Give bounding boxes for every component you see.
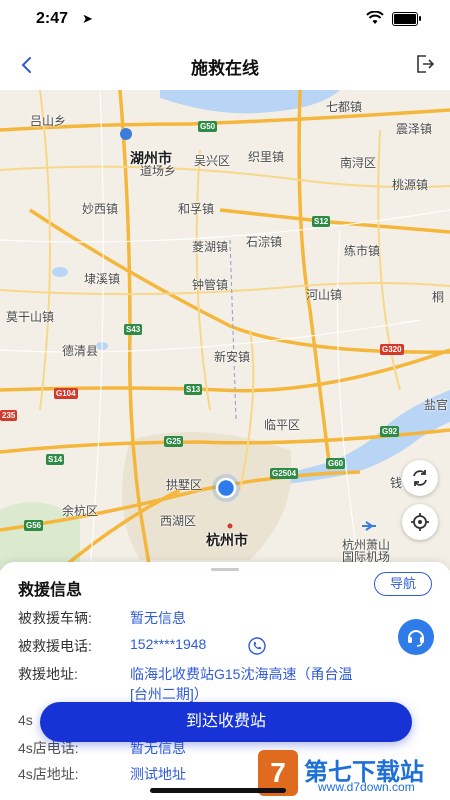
map-road-shield: G60 bbox=[326, 458, 346, 469]
map-road-shield: S14 bbox=[46, 454, 65, 465]
map-place-label: 吕山乡 bbox=[30, 114, 67, 128]
dealer-address-value: 测试地址 bbox=[130, 766, 186, 782]
map-road-shield: S13 bbox=[184, 384, 203, 395]
location-arrow-icon: ➤ bbox=[82, 11, 93, 26]
map-place-label: 练市镇 bbox=[344, 244, 381, 258]
address-label: 救援地址: bbox=[18, 666, 78, 682]
map-place-label: 桃源镇 bbox=[392, 178, 429, 192]
map-place-label: 和孚镇 bbox=[178, 202, 215, 216]
map-place-label: 拱墅区 bbox=[166, 478, 203, 492]
battery-icon bbox=[392, 12, 421, 26]
map-place-label: 钱 bbox=[390, 476, 403, 490]
map-place-label: 临平区 bbox=[264, 418, 301, 432]
customer-service-button[interactable] bbox=[398, 619, 434, 655]
watermark-url: www.d7down.com bbox=[318, 780, 415, 794]
logout-icon[interactable] bbox=[414, 53, 436, 75]
map-place-label: 吴兴区 bbox=[194, 154, 231, 168]
address-value-line1: 临海北收费站G15沈海高速（甬台温 bbox=[130, 666, 353, 682]
map-road-shield: S12 bbox=[312, 216, 331, 227]
rescue-info-heading: 救援信息 bbox=[18, 582, 83, 599]
phone-value[interactable]: 152****1948 bbox=[130, 636, 206, 652]
page-title: 施救在线 bbox=[191, 59, 259, 78]
lake-shape bbox=[160, 90, 340, 114]
map-place-label: 河山镇 bbox=[306, 288, 343, 302]
home-indicator bbox=[150, 788, 286, 793]
map-place-label: 新安镇 bbox=[214, 350, 251, 364]
map-place-label: 德清县 bbox=[62, 344, 99, 358]
address-value-line2: [台州二期]） bbox=[130, 686, 208, 702]
map-place-label: 妙西镇 bbox=[82, 202, 119, 216]
sheet-handle[interactable] bbox=[211, 568, 239, 571]
map-place-label: 莫干山镇 bbox=[6, 310, 55, 324]
locate-button[interactable] bbox=[402, 504, 438, 540]
headset-icon bbox=[408, 630, 424, 647]
vehicle-value: 暂无信息 bbox=[130, 610, 186, 626]
map-place-label: 石淙镇 bbox=[246, 235, 283, 249]
map-road-shield: G50 bbox=[198, 121, 218, 132]
map-place-label: 震泽镇 bbox=[396, 122, 433, 136]
crosshair-icon bbox=[411, 513, 429, 531]
map-city-label: 湖州市 bbox=[130, 150, 172, 166]
dealer-address-label: 4s店地址: bbox=[18, 766, 79, 782]
map-place-label: 南浔区 bbox=[340, 156, 377, 170]
phone-label: 被救援电话: bbox=[18, 638, 92, 654]
map-place-label: 织里镇 bbox=[248, 150, 285, 164]
map-place-label: 埭溪镇 bbox=[84, 272, 121, 286]
map-road-shield: 235 bbox=[0, 410, 18, 421]
map-place-label: 余杭区 bbox=[62, 504, 99, 518]
refresh-button[interactable] bbox=[402, 460, 438, 496]
map-place-label: 菱湖镇 bbox=[192, 240, 229, 254]
map-place-label: 盐官 bbox=[424, 398, 449, 412]
navigate-button[interactable]: 导航 bbox=[374, 572, 432, 596]
map-road-shield: S43 bbox=[124, 324, 143, 335]
map-road-shield: G2504 bbox=[270, 468, 299, 479]
map-place-label: 钟管镇 bbox=[192, 278, 229, 292]
status-time: 2:47 bbox=[36, 10, 69, 27]
status-bar: 2:47 ➤ bbox=[0, 0, 450, 40]
map-place-label: 桐 bbox=[432, 290, 445, 304]
wifi-icon bbox=[366, 11, 384, 24]
map-city-label: 杭州市 bbox=[206, 532, 248, 548]
map-view[interactable]: 吕山乡 七都镇 震泽镇 吴兴区 织里镇 南浔区 道场乡 桃源镇 妙西镇 和孚镇 菱湖镇 石淙镇 练市镇埭… bbox=[0, 90, 450, 570]
watermark: 7 第七下载站 www.d7down.com bbox=[258, 748, 450, 800]
nav-bar: 施救在线 bbox=[0, 40, 450, 90]
map-road-shield: G56 bbox=[24, 520, 44, 531]
map-place-label: 西湖区 bbox=[160, 514, 197, 528]
map-road-shield: G25 bbox=[164, 436, 184, 447]
arrive-toll-station-button[interactable]: 到达收费站 bbox=[40, 702, 412, 742]
map-road-shield: G92 bbox=[380, 426, 400, 437]
map-road-shield: G104 bbox=[54, 388, 78, 399]
vehicle-label: 被救援车辆: bbox=[18, 610, 92, 626]
map-road-shield: G320 bbox=[380, 344, 404, 355]
map-place-label: 七都镇 bbox=[326, 100, 363, 114]
current-location-dot bbox=[215, 477, 237, 499]
refresh-icon bbox=[413, 470, 427, 486]
dealer-row-label: 4s bbox=[18, 712, 33, 728]
phone-call-icon[interactable] bbox=[248, 637, 266, 655]
